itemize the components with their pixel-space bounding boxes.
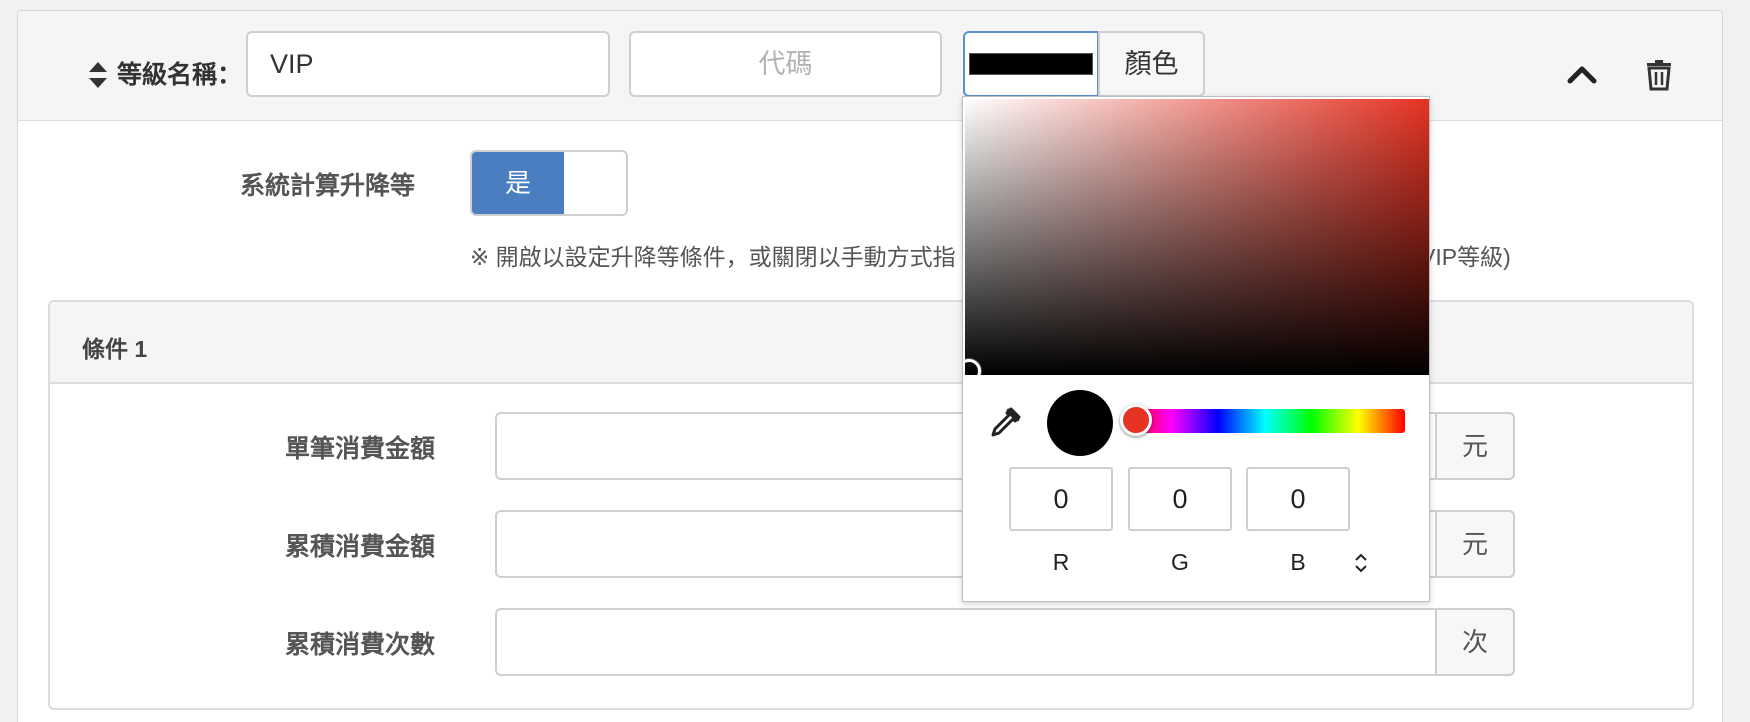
trash-icon[interactable] [1635, 51, 1683, 99]
calc-note: ※ 開啟以設定升降等條件，或關閉以手動方式指 [470, 244, 956, 270]
color-button[interactable]: 顏色 [1098, 31, 1205, 97]
red-label: R [1052, 549, 1070, 575]
total-amount-unit: 元 [1435, 510, 1515, 578]
hue-handle[interactable] [1120, 404, 1152, 436]
color-picker-popup: 0 0 0 R G B [962, 96, 1430, 602]
green-input[interactable]: 0 [1128, 467, 1232, 531]
color-swatch [969, 53, 1093, 75]
color-field: 顏色 [963, 31, 1205, 97]
level-name-label: 等級名稱： [117, 61, 243, 89]
condition-header: 條件 1 [50, 302, 1692, 384]
eyedropper-icon[interactable] [985, 403, 1025, 443]
blue-label: B [1290, 549, 1306, 575]
level-code-input[interactable] [629, 31, 942, 97]
calc-note-tail: VIP等級) [1420, 244, 1511, 270]
system-calc-label: 系統計算升降等 [239, 172, 415, 200]
total-amount-label: 累積消費金額 [284, 533, 435, 561]
green-label: G [1171, 549, 1189, 575]
format-toggle-icon[interactable] [1351, 551, 1371, 575]
single-amount-unit: 元 [1435, 412, 1515, 480]
condition-title: 條件 1 [82, 336, 148, 362]
hue-slider[interactable] [1125, 409, 1405, 433]
single-amount-label: 單筆消費金額 [284, 435, 435, 463]
total-count-label: 累積消費次數 [284, 631, 435, 659]
saturation-value-area[interactable] [965, 99, 1429, 375]
sort-handle-icon[interactable] [73, 50, 123, 100]
chevron-up-icon[interactable] [1558, 51, 1606, 99]
color-preview [1047, 390, 1113, 456]
total-count-input[interactable] [495, 608, 1515, 676]
color-swatch-input[interactable] [963, 31, 1099, 97]
level-panel-header: 等級名稱： 顏色 [18, 11, 1722, 121]
system-calc-toggle[interactable]: 是 [470, 150, 628, 216]
blue-input[interactable]: 0 [1246, 467, 1350, 531]
level-name-input[interactable] [246, 31, 610, 97]
toggle-on-label: 是 [472, 152, 564, 214]
total-count-unit: 次 [1435, 608, 1515, 676]
red-input[interactable]: 0 [1009, 467, 1113, 531]
